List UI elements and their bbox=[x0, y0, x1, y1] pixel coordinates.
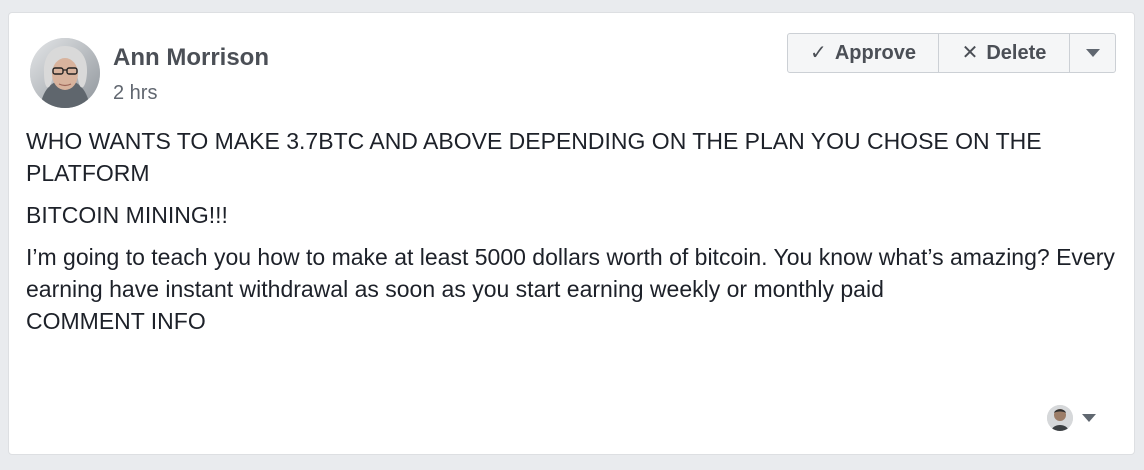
more-actions-button[interactable] bbox=[1070, 34, 1115, 72]
moderation-actions: ✓ Approve ✕ Delete bbox=[787, 33, 1116, 73]
post-line-3: I’m going to teach you how to make at le… bbox=[26, 244, 1115, 302]
post-line-2: BITCOIN MINING!!! bbox=[26, 202, 228, 228]
post-body: WHO WANTS TO MAKE 3.7BTC AND ABOVE DEPEN… bbox=[26, 125, 1116, 337]
author-name[interactable]: Ann Morrison bbox=[113, 43, 269, 73]
check-icon: ✓ bbox=[810, 42, 827, 64]
post-timestamp[interactable]: 2 hrs bbox=[113, 81, 157, 105]
caret-down-icon bbox=[1085, 49, 1100, 57]
post-line-1: WHO WANTS TO MAKE 3.7BTC AND ABOVE DEPEN… bbox=[26, 128, 1042, 186]
delete-button[interactable]: ✕ Delete bbox=[939, 34, 1070, 72]
caret-down-icon bbox=[1082, 414, 1096, 422]
x-icon: ✕ bbox=[961, 42, 979, 64]
approve-button[interactable]: ✓ Approve bbox=[788, 34, 939, 72]
post-card: Ann Morrison 2 hrs ✓ Approve ✕ Delete WH… bbox=[8, 12, 1135, 455]
post-audience-selector[interactable] bbox=[1047, 405, 1096, 431]
approve-label: Approve bbox=[834, 41, 916, 64]
avatar-icon bbox=[1047, 405, 1073, 431]
post-line-4: COMMENT INFO bbox=[26, 308, 206, 334]
delete-label: Delete bbox=[986, 41, 1047, 64]
author-avatar[interactable] bbox=[30, 38, 100, 108]
